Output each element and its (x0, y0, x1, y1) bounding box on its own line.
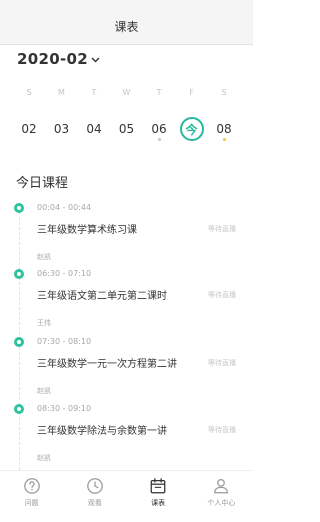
tab-schedule[interactable]: 课表 (127, 471, 190, 522)
tab-label: 个人中心 (207, 499, 236, 507)
course-teacher: 王伟 (37, 319, 51, 327)
weekday-row: S M T W T F S (14, 88, 239, 97)
date-cell[interactable]: 08 (209, 114, 239, 144)
course-time: 06:30 - 07:10 (37, 269, 92, 278)
weekday-label: S (221, 88, 227, 97)
course-status: 等待直播 (208, 291, 236, 299)
course-indicator-dot (222, 138, 226, 141)
course-item[interactable]: 08:30 - 09:10 三年级数学除法与余数第一讲 赵凯 等待直播 (0, 404, 253, 470)
course-item[interactable]: 06:30 - 07:10 三年级语文第二单元第二课时 王伟 等待直播 (0, 269, 253, 335)
course-indicator-dot (157, 138, 161, 141)
timeline-node (14, 203, 24, 213)
course-status: 等待直播 (208, 426, 236, 434)
date-label: 08 (216, 122, 232, 136)
course-time: 07:30 - 08:10 (37, 337, 92, 346)
date-cell[interactable]: 05 (112, 114, 142, 144)
question-icon (23, 478, 40, 494)
tab-label: 课表 (151, 499, 166, 507)
course-status: 等待直播 (208, 359, 236, 367)
course-teacher: 赵凯 (37, 253, 51, 261)
date-label: 03 (53, 122, 70, 136)
date-label: 02 (21, 122, 37, 136)
weekday-label: F (189, 88, 194, 97)
timeline-node (14, 404, 24, 414)
tab-watch[interactable]: 观看 (63, 471, 126, 522)
tab-label: 观看 (87, 499, 102, 507)
course-title: 三年级数学算术练习课 (37, 225, 137, 236)
course-title: 三年级数学一元一次方程第二讲 (37, 359, 177, 370)
date-cell[interactable]: 06 (144, 114, 174, 144)
course-time: 08:30 - 09:10 (37, 404, 92, 413)
date-cell[interactable]: 04 (79, 114, 109, 144)
date-label: 04 (86, 122, 102, 136)
weekday-label: T (156, 88, 162, 97)
date-cell[interactable]: 03 (47, 114, 77, 144)
course-time: 00:04 - 00:44 (37, 203, 92, 212)
calendar-icon (150, 478, 166, 494)
date-label: 05 (118, 122, 135, 136)
weekday-label: T (91, 88, 97, 97)
course-item[interactable]: 07:30 - 08:10 三年级数学一元一次方程第二讲 赵凯 等待直播 (0, 337, 253, 403)
month-label: 2020-02 (17, 50, 88, 68)
date-label-today: 今 (185, 122, 198, 137)
tab-bar: 问题 观看 课表 个人中心 (0, 470, 253, 522)
course-teacher: 赵凯 (37, 454, 51, 462)
timeline-node (14, 269, 24, 279)
section-title: 今日课程 (16, 176, 69, 191)
month-selector[interactable]: 2020-02 (17, 50, 100, 68)
course-teacher: 赵凯 (37, 387, 51, 395)
nav-bar: 课表 (0, 0, 253, 45)
page-title: 课表 (114, 19, 139, 34)
weekday-label: M (58, 88, 65, 97)
tab-profile[interactable]: 个人中心 (190, 471, 253, 522)
course-item[interactable]: 00:04 - 00:44 三年级数学算术练习课 赵凯 等待直播 (0, 203, 253, 269)
weekday-label: S (26, 88, 32, 97)
timeline-node (14, 337, 24, 347)
chevron-down-icon (91, 57, 100, 63)
weekday-label: W (122, 88, 131, 97)
date-cell-today[interactable]: 今 (179, 117, 204, 141)
tab-label: 问题 (24, 499, 39, 507)
date-cell[interactable]: 02 (14, 114, 44, 144)
course-title: 三年级语文第二单元第二课时 (37, 291, 167, 302)
tab-question[interactable]: 问题 (0, 471, 63, 522)
date-label: 06 (151, 122, 167, 136)
course-title: 三年级数学除法与余数第一讲 (37, 426, 167, 437)
course-status: 等待直播 (208, 225, 236, 233)
user-icon (214, 478, 229, 494)
date-row: 02 03 04 05 06 今 08 (14, 114, 239, 144)
clock-icon (87, 478, 103, 494)
